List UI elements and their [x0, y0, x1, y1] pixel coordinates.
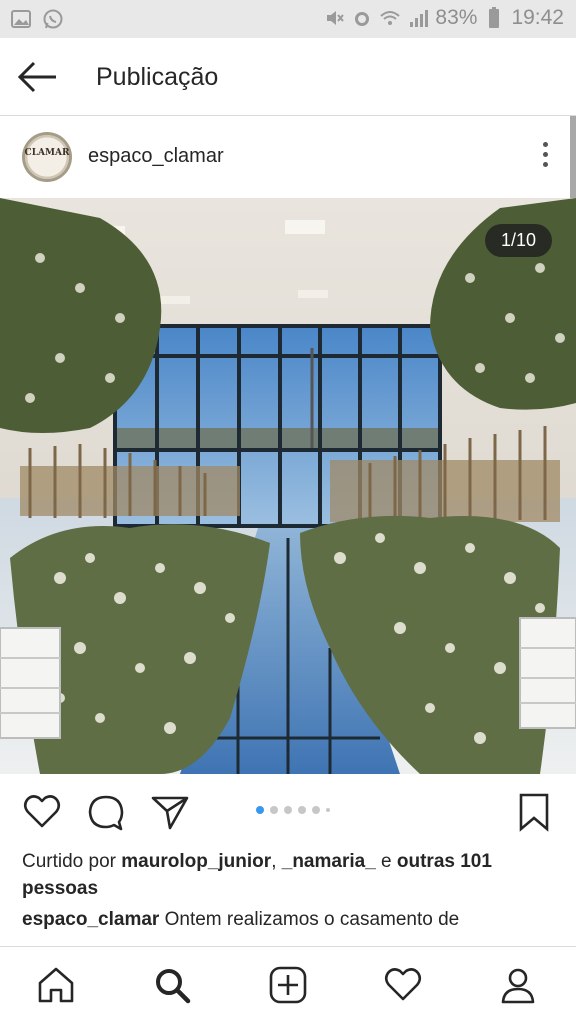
carousel-dot	[284, 806, 292, 814]
like-button[interactable]	[22, 792, 62, 832]
wifi-icon	[379, 7, 401, 29]
heart-icon	[23, 795, 61, 828]
more-dot-icon	[542, 152, 548, 157]
post-actions	[0, 774, 576, 846]
share-button[interactable]	[150, 792, 190, 832]
nav-add[interactable]	[268, 965, 308, 1005]
send-icon	[151, 796, 189, 830]
likes-middle: e	[375, 851, 397, 872]
nav-search[interactable]	[152, 965, 192, 1005]
liker-username[interactable]: _namaria_	[282, 851, 376, 872]
page-title: Publicação	[96, 63, 219, 91]
alarm-icon	[351, 7, 373, 29]
carousel-dot	[326, 808, 330, 812]
more-options-button[interactable]	[540, 142, 550, 172]
comment-button[interactable]	[86, 792, 126, 832]
more-dot-icon	[542, 142, 548, 147]
whatsapp-icon	[42, 8, 64, 30]
search-icon	[156, 969, 191, 1004]
home-icon	[38, 967, 74, 1003]
likes-prefix: Curtido por	[22, 851, 122, 872]
post-header: CLAMAR espaco_clamar	[0, 118, 576, 198]
battery-percent: 83%	[435, 6, 478, 29]
carousel-dot	[312, 806, 320, 814]
profile-icon	[501, 968, 535, 1004]
more-dot-icon	[542, 162, 548, 167]
scrollbar[interactable]	[570, 116, 576, 198]
mute-icon	[323, 7, 345, 29]
post-username[interactable]: espaco_clamar	[88, 145, 224, 168]
nav-home[interactable]	[36, 965, 76, 1005]
nav-profile[interactable]	[498, 965, 538, 1005]
caption-username[interactable]: espaco_clamar	[22, 909, 159, 930]
nav-activity[interactable]	[383, 965, 423, 1005]
carousel-indicator	[256, 806, 330, 814]
avatar-logo-text: CLAMAR	[24, 148, 70, 158]
battery-icon	[483, 7, 505, 29]
likes-separator: ,	[271, 851, 282, 872]
back-button[interactable]	[14, 56, 60, 98]
avatar[interactable]: CLAMAR	[22, 132, 72, 182]
arrow-left-icon	[17, 61, 56, 93]
carousel-dot	[256, 806, 264, 814]
status-time: 19:42	[511, 6, 564, 29]
post-caption: espaco_clamar Ontem realizamos o casamen…	[22, 906, 562, 948]
liker-username[interactable]: maurolop_junior	[121, 851, 271, 872]
app-header: Publicação	[0, 38, 576, 116]
carousel-counter: 1/10	[484, 224, 552, 257]
bookmark-icon	[519, 793, 549, 832]
save-button[interactable]	[514, 792, 554, 832]
carousel-dot	[298, 806, 306, 814]
add-icon	[269, 966, 307, 1004]
likes-text: Curtido por maurolop_junior, _namaria_ e…	[22, 848, 562, 902]
bottom-nav	[0, 946, 576, 1024]
heart-icon	[384, 968, 422, 1001]
post-photo[interactable]: 1/10	[0, 198, 576, 774]
comment-icon	[88, 795, 124, 831]
gallery-icon	[10, 8, 32, 30]
carousel-dot	[270, 806, 278, 814]
status-bar: 83% 19:42	[0, 0, 576, 38]
caption-text: Ontem realizamos o casamento de	[159, 909, 460, 930]
signal-icon	[407, 7, 429, 29]
wedding-aisle-image	[0, 198, 576, 774]
